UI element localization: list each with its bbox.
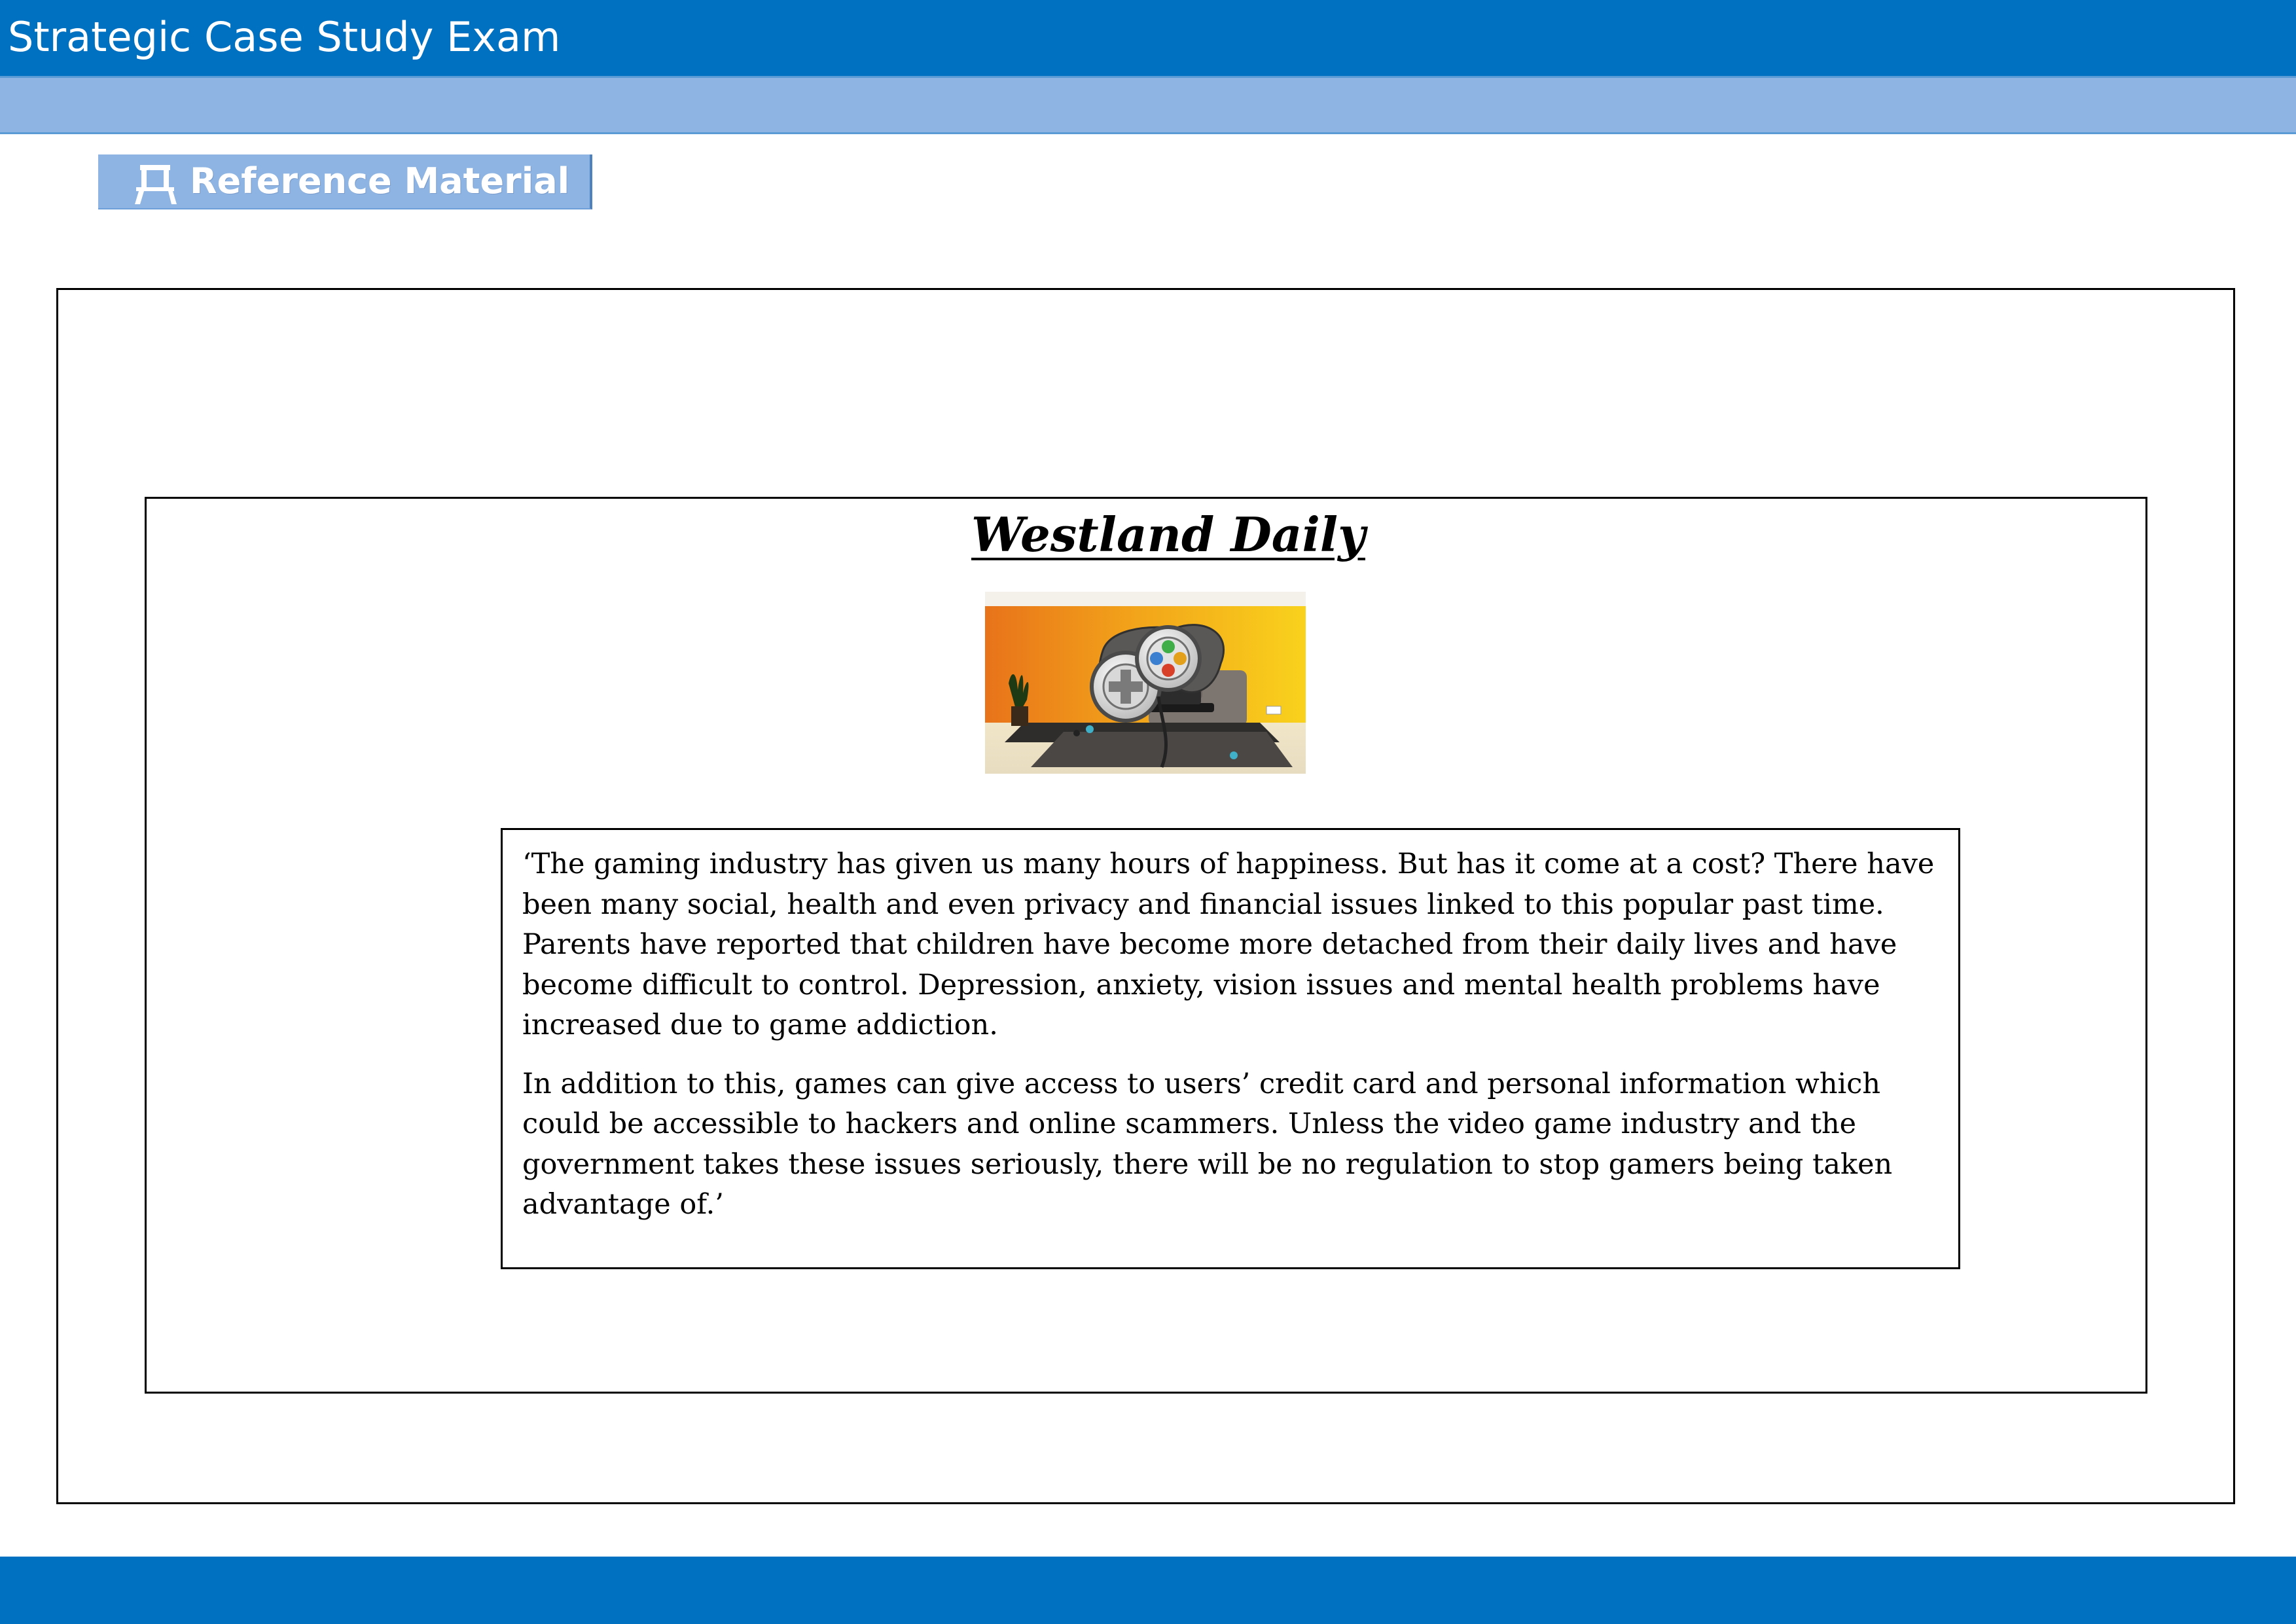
app-title: Strategic Case Study Exam <box>8 13 561 61</box>
newspaper-title: Westland Daily <box>971 507 1365 562</box>
game-controller-image <box>985 592 1306 774</box>
reference-material-label: Reference Material <box>190 160 570 202</box>
reference-material-button[interactable]: Reference Material <box>98 154 592 209</box>
header-bar: Strategic Case Study Exam <box>0 0 2296 78</box>
chair-icon <box>135 165 177 204</box>
article-paragraph-2: In addition to this, games can give acce… <box>522 1067 1893 1221</box>
article-quote-box: ‘The gaming industry has given us many h… <box>501 828 1960 1269</box>
footer-bar <box>0 1557 2296 1624</box>
toolbar-strip <box>0 78 2296 134</box>
article-paragraph-1: ‘The gaming industry has given us many h… <box>522 848 1935 1041</box>
